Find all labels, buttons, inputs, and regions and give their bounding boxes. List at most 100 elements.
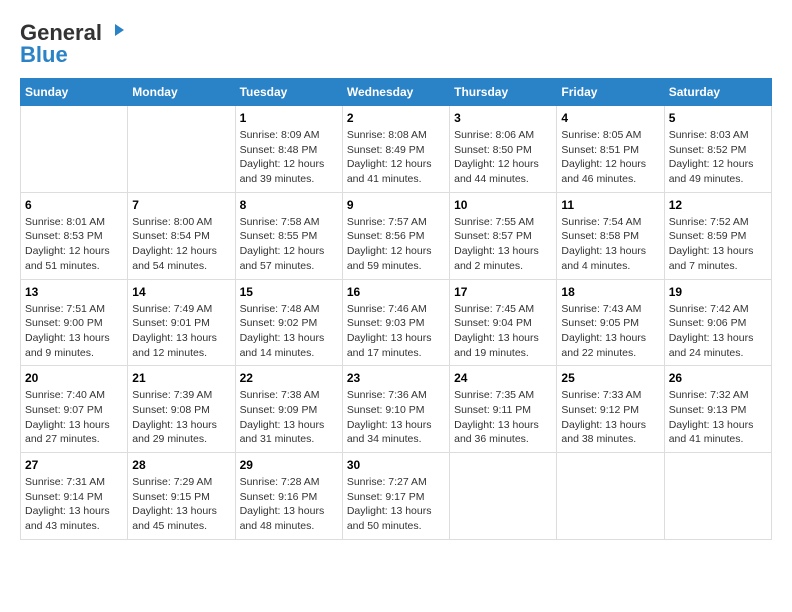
cell-sunset: Sunset: 8:52 PM (669, 143, 767, 158)
cell-sunset: Sunset: 9:10 PM (347, 403, 445, 418)
calendar-cell: 3 Sunrise: 8:06 AM Sunset: 8:50 PM Dayli… (450, 106, 557, 193)
cell-sunrise: Sunrise: 7:39 AM (132, 388, 230, 403)
logo-blue: Blue (20, 42, 68, 68)
day-number: 22 (240, 371, 338, 385)
cell-daylight: Daylight: 13 hours and 27 minutes. (25, 418, 123, 447)
day-number: 15 (240, 285, 338, 299)
calendar-cell: 10 Sunrise: 7:55 AM Sunset: 8:57 PM Dayl… (450, 192, 557, 279)
cell-daylight: Daylight: 13 hours and 19 minutes. (454, 331, 552, 360)
day-number: 13 (25, 285, 123, 299)
cell-daylight: Daylight: 13 hours and 29 minutes. (132, 418, 230, 447)
calendar-cell: 17 Sunrise: 7:45 AM Sunset: 9:04 PM Dayl… (450, 279, 557, 366)
calendar-cell: 24 Sunrise: 7:35 AM Sunset: 9:11 PM Dayl… (450, 366, 557, 453)
day-header-wednesday: Wednesday (342, 79, 449, 106)
cell-sunset: Sunset: 8:56 PM (347, 229, 445, 244)
cell-sunset: Sunset: 8:55 PM (240, 229, 338, 244)
calendar-cell: 19 Sunrise: 7:42 AM Sunset: 9:06 PM Dayl… (664, 279, 771, 366)
cell-sunrise: Sunrise: 7:28 AM (240, 475, 338, 490)
cell-sunset: Sunset: 9:05 PM (561, 316, 659, 331)
day-header-sunday: Sunday (21, 79, 128, 106)
cell-sunrise: Sunrise: 7:32 AM (669, 388, 767, 403)
calendar-cell: 11 Sunrise: 7:54 AM Sunset: 8:58 PM Dayl… (557, 192, 664, 279)
calendar-cell: 7 Sunrise: 8:00 AM Sunset: 8:54 PM Dayli… (128, 192, 235, 279)
cell-daylight: Daylight: 13 hours and 45 minutes. (132, 504, 230, 533)
cell-sunset: Sunset: 9:04 PM (454, 316, 552, 331)
cell-sunrise: Sunrise: 8:01 AM (25, 215, 123, 230)
cell-daylight: Daylight: 13 hours and 2 minutes. (454, 244, 552, 273)
cell-sunrise: Sunrise: 7:49 AM (132, 302, 230, 317)
cell-sunset: Sunset: 8:54 PM (132, 229, 230, 244)
cell-sunrise: Sunrise: 7:45 AM (454, 302, 552, 317)
day-number: 27 (25, 458, 123, 472)
day-number: 1 (240, 111, 338, 125)
cell-sunrise: Sunrise: 7:40 AM (25, 388, 123, 403)
day-header-tuesday: Tuesday (235, 79, 342, 106)
cell-sunset: Sunset: 9:01 PM (132, 316, 230, 331)
cell-daylight: Daylight: 13 hours and 50 minutes. (347, 504, 445, 533)
calendar-cell: 23 Sunrise: 7:36 AM Sunset: 9:10 PM Dayl… (342, 366, 449, 453)
cell-sunset: Sunset: 9:08 PM (132, 403, 230, 418)
cell-sunrise: Sunrise: 7:42 AM (669, 302, 767, 317)
week-row-1: 1 Sunrise: 8:09 AM Sunset: 8:48 PM Dayli… (21, 106, 772, 193)
cell-sunrise: Sunrise: 7:46 AM (347, 302, 445, 317)
cell-sunset: Sunset: 8:49 PM (347, 143, 445, 158)
cell-sunrise: Sunrise: 7:52 AM (669, 215, 767, 230)
cell-sunset: Sunset: 8:51 PM (561, 143, 659, 158)
cell-sunrise: Sunrise: 8:03 AM (669, 128, 767, 143)
cell-daylight: Daylight: 12 hours and 51 minutes. (25, 244, 123, 273)
calendar-cell: 27 Sunrise: 7:31 AM Sunset: 9:14 PM Dayl… (21, 453, 128, 540)
cell-sunset: Sunset: 9:00 PM (25, 316, 123, 331)
cell-daylight: Daylight: 13 hours and 31 minutes. (240, 418, 338, 447)
day-number: 3 (454, 111, 552, 125)
cell-sunrise: Sunrise: 7:48 AM (240, 302, 338, 317)
cell-sunset: Sunset: 9:03 PM (347, 316, 445, 331)
cell-sunrise: Sunrise: 7:55 AM (454, 215, 552, 230)
day-number: 4 (561, 111, 659, 125)
calendar-cell: 15 Sunrise: 7:48 AM Sunset: 9:02 PM Dayl… (235, 279, 342, 366)
calendar-cell: 14 Sunrise: 7:49 AM Sunset: 9:01 PM Dayl… (128, 279, 235, 366)
calendar-cell: 25 Sunrise: 7:33 AM Sunset: 9:12 PM Dayl… (557, 366, 664, 453)
calendar-cell: 22 Sunrise: 7:38 AM Sunset: 9:09 PM Dayl… (235, 366, 342, 453)
day-header-saturday: Saturday (664, 79, 771, 106)
calendar-cell: 4 Sunrise: 8:05 AM Sunset: 8:51 PM Dayli… (557, 106, 664, 193)
day-number: 28 (132, 458, 230, 472)
cell-daylight: Daylight: 13 hours and 22 minutes. (561, 331, 659, 360)
cell-daylight: Daylight: 13 hours and 14 minutes. (240, 331, 338, 360)
cell-sunrise: Sunrise: 7:33 AM (561, 388, 659, 403)
cell-sunrise: Sunrise: 8:05 AM (561, 128, 659, 143)
calendar-cell: 8 Sunrise: 7:58 AM Sunset: 8:55 PM Dayli… (235, 192, 342, 279)
cell-sunset: Sunset: 8:58 PM (561, 229, 659, 244)
cell-daylight: Daylight: 13 hours and 48 minutes. (240, 504, 338, 533)
cell-sunset: Sunset: 9:15 PM (132, 490, 230, 505)
cell-daylight: Daylight: 13 hours and 41 minutes. (669, 418, 767, 447)
cell-sunset: Sunset: 9:07 PM (25, 403, 123, 418)
cell-sunrise: Sunrise: 7:35 AM (454, 388, 552, 403)
calendar-cell: 13 Sunrise: 7:51 AM Sunset: 9:00 PM Dayl… (21, 279, 128, 366)
cell-sunrise: Sunrise: 8:00 AM (132, 215, 230, 230)
cell-daylight: Daylight: 13 hours and 38 minutes. (561, 418, 659, 447)
cell-sunrise: Sunrise: 8:08 AM (347, 128, 445, 143)
cell-sunrise: Sunrise: 7:58 AM (240, 215, 338, 230)
cell-sunset: Sunset: 8:53 PM (25, 229, 123, 244)
day-number: 6 (25, 198, 123, 212)
cell-sunrise: Sunrise: 7:36 AM (347, 388, 445, 403)
calendar-cell (128, 106, 235, 193)
calendar-cell: 12 Sunrise: 7:52 AM Sunset: 8:59 PM Dayl… (664, 192, 771, 279)
cell-daylight: Daylight: 13 hours and 4 minutes. (561, 244, 659, 273)
cell-daylight: Daylight: 13 hours and 9 minutes. (25, 331, 123, 360)
cell-daylight: Daylight: 13 hours and 43 minutes. (25, 504, 123, 533)
cell-daylight: Daylight: 12 hours and 49 minutes. (669, 157, 767, 186)
cell-sunrise: Sunrise: 7:57 AM (347, 215, 445, 230)
calendar-cell: 16 Sunrise: 7:46 AM Sunset: 9:03 PM Dayl… (342, 279, 449, 366)
cell-sunset: Sunset: 8:48 PM (240, 143, 338, 158)
day-number: 25 (561, 371, 659, 385)
calendar-cell: 5 Sunrise: 8:03 AM Sunset: 8:52 PM Dayli… (664, 106, 771, 193)
cell-sunrise: Sunrise: 7:31 AM (25, 475, 123, 490)
day-number: 23 (347, 371, 445, 385)
calendar-cell: 26 Sunrise: 7:32 AM Sunset: 9:13 PM Dayl… (664, 366, 771, 453)
cell-daylight: Daylight: 12 hours and 57 minutes. (240, 244, 338, 273)
day-number: 24 (454, 371, 552, 385)
day-number: 30 (347, 458, 445, 472)
day-number: 17 (454, 285, 552, 299)
cell-daylight: Daylight: 12 hours and 54 minutes. (132, 244, 230, 273)
